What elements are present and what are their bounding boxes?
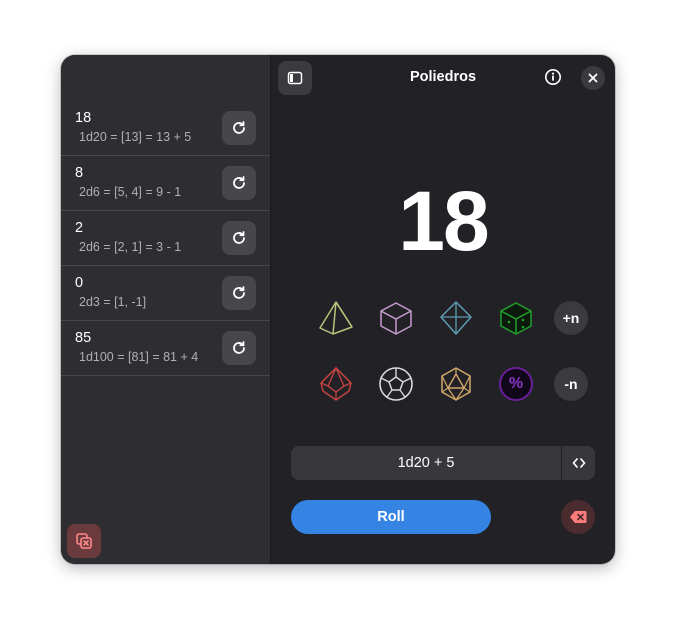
backspace-icon bbox=[570, 511, 587, 523]
d20-button[interactable] bbox=[437, 365, 475, 403]
history-result: 0 bbox=[75, 275, 84, 291]
history-detail: 1d100 = [81] = 81 + 4 bbox=[79, 350, 199, 364]
close-button[interactable] bbox=[581, 66, 605, 90]
d4-icon bbox=[319, 301, 353, 335]
d12-button[interactable] bbox=[377, 365, 415, 403]
d6-icon bbox=[380, 302, 412, 335]
reroll-button[interactable] bbox=[222, 166, 256, 200]
d6-green-icon bbox=[500, 302, 532, 335]
d6-button[interactable] bbox=[377, 299, 415, 337]
refresh-icon bbox=[233, 341, 245, 354]
info-icon bbox=[545, 69, 561, 85]
d20-icon bbox=[441, 367, 471, 401]
close-icon bbox=[588, 73, 598, 83]
history-result: 2 bbox=[75, 220, 84, 236]
d4-button[interactable] bbox=[317, 299, 355, 337]
clear-history-icon bbox=[76, 533, 92, 549]
history-result: 85 bbox=[75, 330, 92, 346]
refresh-icon bbox=[233, 176, 245, 189]
percentile-label: % bbox=[508, 375, 524, 392]
reroll-button[interactable] bbox=[222, 276, 256, 310]
history-detail: 2d6 = [2, 1] = 3 - 1 bbox=[79, 240, 182, 254]
code-toggle-button[interactable] bbox=[561, 446, 595, 480]
header-bar: Poliedros bbox=[271, 55, 615, 101]
formula-entry bbox=[291, 446, 595, 480]
history-row: 2 2d6 = [2, 1] = 3 - 1 bbox=[61, 211, 270, 266]
d100-button[interactable]: % bbox=[497, 365, 535, 403]
history-row: 0 2d3 = [1, -1] bbox=[61, 266, 270, 321]
clear-history-button[interactable] bbox=[67, 524, 101, 558]
history-list: 18 1d20 = [13] = 13 + 5 8 2d6 = [5, 4] =… bbox=[61, 101, 270, 376]
history-row: 8 2d6 = [5, 4] = 9 - 1 bbox=[61, 156, 270, 211]
refresh-icon bbox=[233, 231, 245, 244]
d8-icon bbox=[440, 301, 472, 335]
roll-button[interactable]: Roll bbox=[291, 500, 491, 534]
history-detail: 1d20 = [13] = 13 + 5 bbox=[79, 130, 192, 144]
history-detail: 2d6 = [5, 4] = 9 - 1 bbox=[79, 185, 182, 199]
refresh-icon bbox=[233, 121, 245, 134]
code-icon bbox=[572, 458, 585, 468]
d8-button[interactable] bbox=[437, 299, 475, 337]
d10-icon bbox=[320, 366, 352, 401]
subtract-modifier-button[interactable]: -n bbox=[554, 367, 588, 401]
history-detail: 2d3 = [1, -1] bbox=[79, 295, 147, 309]
d6-green-button[interactable] bbox=[497, 299, 535, 337]
history-sidebar: 18 1d20 = [13] = 13 + 5 8 2d6 = [5, 4] =… bbox=[61, 55, 271, 564]
history-row: 85 1d100 = [81] = 81 + 4 bbox=[61, 321, 270, 376]
reroll-button[interactable] bbox=[222, 331, 256, 365]
main-panel: Poliedros 18 +n % -n 1d20 + 5 Roll bbox=[271, 55, 615, 564]
about-button[interactable] bbox=[541, 65, 565, 89]
add-modifier-button[interactable]: +n bbox=[554, 301, 588, 335]
history-result: 18 bbox=[75, 110, 92, 126]
history-result: 8 bbox=[75, 165, 84, 181]
d10-button[interactable] bbox=[317, 365, 355, 403]
formula-input[interactable] bbox=[291, 446, 561, 480]
app-window: 18 1d20 = [13] = 13 + 5 8 2d6 = [5, 4] =… bbox=[61, 55, 615, 564]
roll-result: 18 bbox=[398, 174, 489, 268]
backspace-button[interactable] bbox=[561, 500, 595, 534]
d12-icon bbox=[379, 367, 413, 401]
reroll-button[interactable] bbox=[222, 221, 256, 255]
history-row: 18 1d20 = [13] = 13 + 5 bbox=[61, 101, 270, 156]
reroll-button[interactable] bbox=[222, 111, 256, 145]
refresh-icon bbox=[233, 286, 245, 299]
